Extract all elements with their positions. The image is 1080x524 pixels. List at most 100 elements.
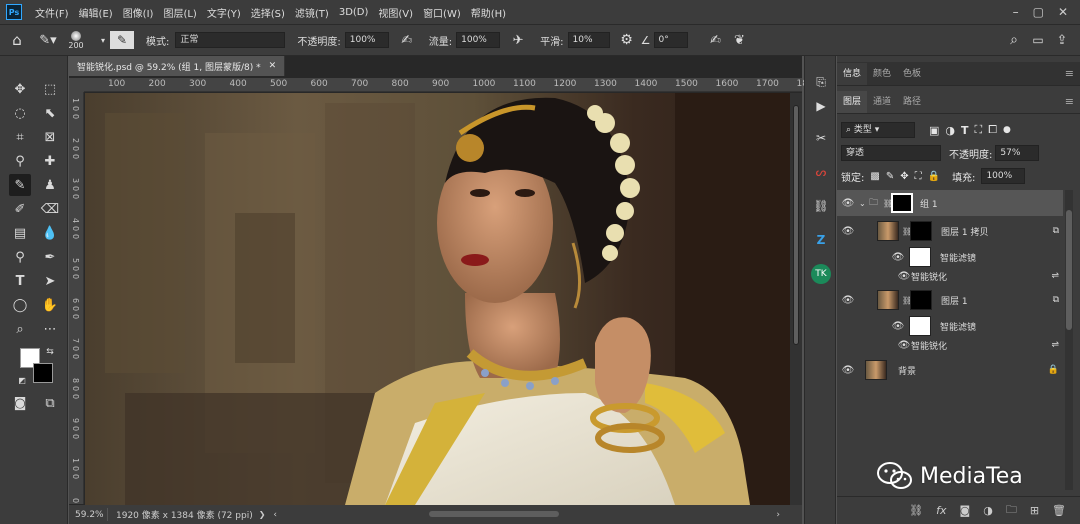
search-icon[interactable]: ⌕ [1002,32,1026,48]
filter-type-icon[interactable]: T [961,124,969,137]
plugin-tk-icon[interactable]: TK [811,264,831,284]
path-select-tool-icon[interactable]: ➤ [39,270,61,292]
filter-toggle-icon[interactable]: ● [1003,125,1011,135]
visibility-eye-icon[interactable]: 👁 [837,295,859,306]
mode-select[interactable]: 正常 [175,32,286,48]
visibility-eye-icon[interactable]: 👁 [887,321,909,332]
new-group-icon[interactable]: 🗀 [1006,501,1017,520]
scroll-left-icon[interactable]: ‹ [265,510,277,520]
filter-mask-thumbnail[interactable] [909,316,931,336]
layers-scrollbar[interactable] [1065,190,1073,490]
group-mask-thumbnail[interactable] [891,193,913,213]
zoom-tool-icon[interactable]: ⌕ [9,318,31,340]
layers-menu-icon[interactable]: ≡ [1065,95,1074,108]
move-tool-icon[interactable]: ✥ [9,78,31,100]
filter-adjust-icon[interactable]: ◑ [945,124,955,137]
brush-settings-icon[interactable]: ✎ [110,31,134,49]
eyedropper-tool-icon[interactable]: ⚲ [9,150,31,172]
smart-sharpen-row[interactable]: 👁 智能锐化 ⇌ [837,268,1063,284]
ruler-origin[interactable] [69,78,84,92]
symmetry-icon[interactable]: ❦ [728,33,752,48]
pressure-opacity-icon[interactable]: ✍ [395,33,419,48]
brush-preset-icon[interactable]: ✎▾ [34,33,62,48]
flow-field[interactable]: 100% [456,32,501,48]
home-icon[interactable]: ⌂ [0,31,34,49]
link-layers-icon[interactable]: ⛓ [909,504,923,517]
menu-help[interactable]: 帮助(H) [466,5,511,20]
tab-swatches[interactable]: 色板 [897,63,927,85]
pen-tool-icon[interactable]: ✒ [39,246,61,268]
visibility-eye-icon[interactable]: 👁 [837,198,859,209]
blur-tool-icon[interactable]: 💧 [39,222,61,244]
add-mask-icon[interactable]: ◙ [960,504,971,517]
menu-select[interactable]: 选择(S) [246,5,290,20]
healing-brush-tool-icon[interactable]: ✚ [39,150,61,172]
angle-field[interactable]: 0° [653,32,688,48]
background-color-swatch[interactable] [33,363,53,383]
menu-image[interactable]: 图像(I) [118,5,159,20]
tab-layers[interactable]: 图层 [837,91,868,113]
menu-view[interactable]: 视图(V) [373,5,418,20]
menu-layer[interactable]: 图层(L) [158,5,201,20]
quick-mask-icon[interactable]: ◙ [9,392,31,414]
lock-move-icon[interactable]: ✥ [900,171,908,182]
horizontal-scrollbar-thumb[interactable] [429,511,559,517]
visibility-eye-icon[interactable]: 👁 [837,365,859,376]
gear-icon[interactable]: ⚙ [616,32,638,48]
layer-row-background[interactable]: 👁 背景 🔒 [837,357,1063,383]
brush-size-picker[interactable]: 200 [62,30,90,50]
object-select-tool-icon[interactable]: ⬉ [39,102,61,124]
crop-tool-icon[interactable]: ⌗ [9,126,31,148]
layer-thumbnail[interactable] [865,360,887,380]
cut-icon[interactable]: ✂ [811,128,831,148]
tab-paths[interactable]: 路径 [897,91,927,113]
lock-artboard-icon[interactable]: ⛶ [915,171,922,182]
visibility-eye-icon[interactable]: 👁 [887,252,909,263]
fill-field[interactable]: 100% [981,168,1026,184]
document-info[interactable]: 1920 像素 x 1384 像素 (72 ppi) [107,508,253,521]
opacity-field[interactable]: 100% [344,32,389,48]
scroll-right-icon[interactable]: › [776,510,780,520]
gradient-tool-icon[interactable]: ▤ [9,222,31,244]
close-tab-icon[interactable]: ✕ [269,61,277,71]
plugin-red-icon[interactable]: ᔕ [811,162,831,182]
plugin-z-icon[interactable]: Z [811,230,831,250]
maximize-icon[interactable]: ▢ [1033,5,1044,19]
stamp-tool-icon[interactable]: ♟ [39,174,61,196]
screen-mode-icon[interactable]: ⧉ [39,392,61,414]
frame-tool-icon[interactable]: ⊠ [39,126,61,148]
chevron-down-icon[interactable]: ⌄ [859,199,869,208]
chevron-right-icon[interactable]: ❯ [253,510,266,519]
brush-tool-icon[interactable]: ✎ [9,174,31,196]
workspace-icon[interactable]: ▭ [1026,33,1050,47]
smart-sharpen-row[interactable]: 👁 智能锐化 ⇌ [837,337,1063,353]
menu-file[interactable]: 文件(F) [30,5,74,20]
fx-icon[interactable]: fx [936,504,946,517]
menu-edit[interactable]: 编辑(E) [74,5,118,20]
tab-color[interactable]: 颜色 [867,63,897,85]
layer-mask-thumbnail[interactable] [910,221,932,241]
history-panel-icon[interactable]: ⎘ [811,72,831,92]
filter-smart-icon[interactable]: ⧠ [988,123,997,137]
layers-scrollbar-thumb[interactable] [1066,210,1072,330]
delete-layer-icon[interactable]: 🗑 [1052,504,1066,517]
share-icon[interactable]: ⇪ [1050,33,1074,48]
smart-filters-row[interactable]: 👁 智能滤镜 [837,246,1063,268]
new-layer-icon[interactable]: ⊞ [1030,504,1039,517]
eraser-tool-icon[interactable]: ⌫ [39,198,61,220]
smooth-field[interactable]: 10% [567,32,610,48]
marquee-tool-icon[interactable]: ⬚ [39,78,61,100]
lock-all-icon[interactable]: 🔒 [928,171,940,182]
close-icon[interactable]: ✕ [1058,5,1068,19]
layer-thumbnail[interactable] [877,290,899,310]
layer-row-layer1[interactable]: 👁 ⛓ 图层 1 ⧉ [837,287,1063,313]
blend-mode-select[interactable]: 穿透 [841,145,941,161]
actions-panel-icon[interactable]: ▶ [811,96,831,116]
menu-type[interactable]: 文字(Y) [202,5,246,20]
type-tool-icon[interactable]: T [9,270,31,292]
adjustment-layer-icon[interactable]: ◑ [983,504,993,517]
filter-options-icon[interactable]: ⇌ [1051,271,1059,281]
history-brush-tool-icon[interactable]: ✐ [9,198,31,220]
image-canvas[interactable] [85,93,790,505]
layer-mask-thumbnail[interactable] [910,290,932,310]
